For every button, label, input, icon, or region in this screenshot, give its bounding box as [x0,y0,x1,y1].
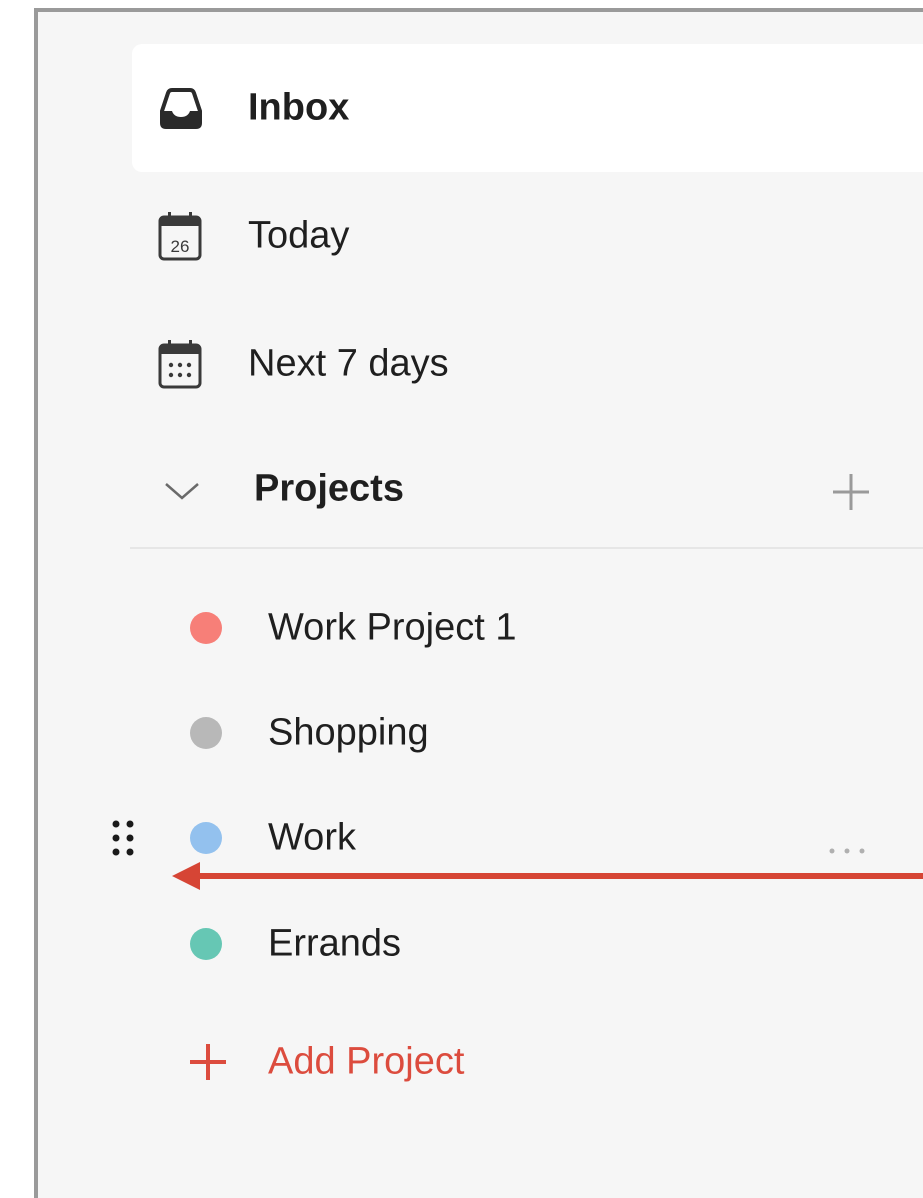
project-label: Work [268,816,356,859]
project-color-dot [190,612,222,644]
project-color-dot [190,717,222,749]
add-project-plus-icon[interactable] [829,470,873,514]
project-color-dot [190,928,222,960]
calendar-today-icon: 26 [158,212,202,261]
calendar-week-icon [158,340,202,389]
nav-item-today[interactable]: 26 Today [132,172,923,300]
plus-icon [190,1044,226,1080]
projects-header[interactable]: Projects [132,430,923,548]
more-horizontal-icon[interactable] [824,843,870,859]
projects-section-title: Projects [254,467,404,510]
nav-label-next-7-days: Next 7 days [248,342,449,385]
inbox-icon [160,88,202,129]
project-label: Shopping [268,711,429,754]
project-label: Errands [268,922,402,965]
nav-item-next-7-days[interactable]: Next 7 days [132,300,923,428]
annotation-arrow [172,862,923,890]
project-item-work-project-1[interactable]: Work Project 1 [150,578,923,678]
project-label: Work Project 1 [268,606,517,649]
calendar-date-number: 26 [171,237,190,256]
nav-label-today: Today [248,214,350,257]
add-project-label: Add Project [268,1040,465,1083]
divider [130,547,923,549]
project-item-errands[interactable]: Errands [150,894,923,994]
project-color-dot [190,822,222,854]
nav-item-inbox[interactable]: Inbox [132,44,923,172]
add-project-button[interactable]: Add Project [150,1012,923,1112]
nav-label-inbox: Inbox [248,86,350,129]
drag-handle-icon[interactable] [108,818,138,862]
chevron-down-icon[interactable] [162,470,202,510]
project-item-shopping[interactable]: Shopping [150,683,923,783]
